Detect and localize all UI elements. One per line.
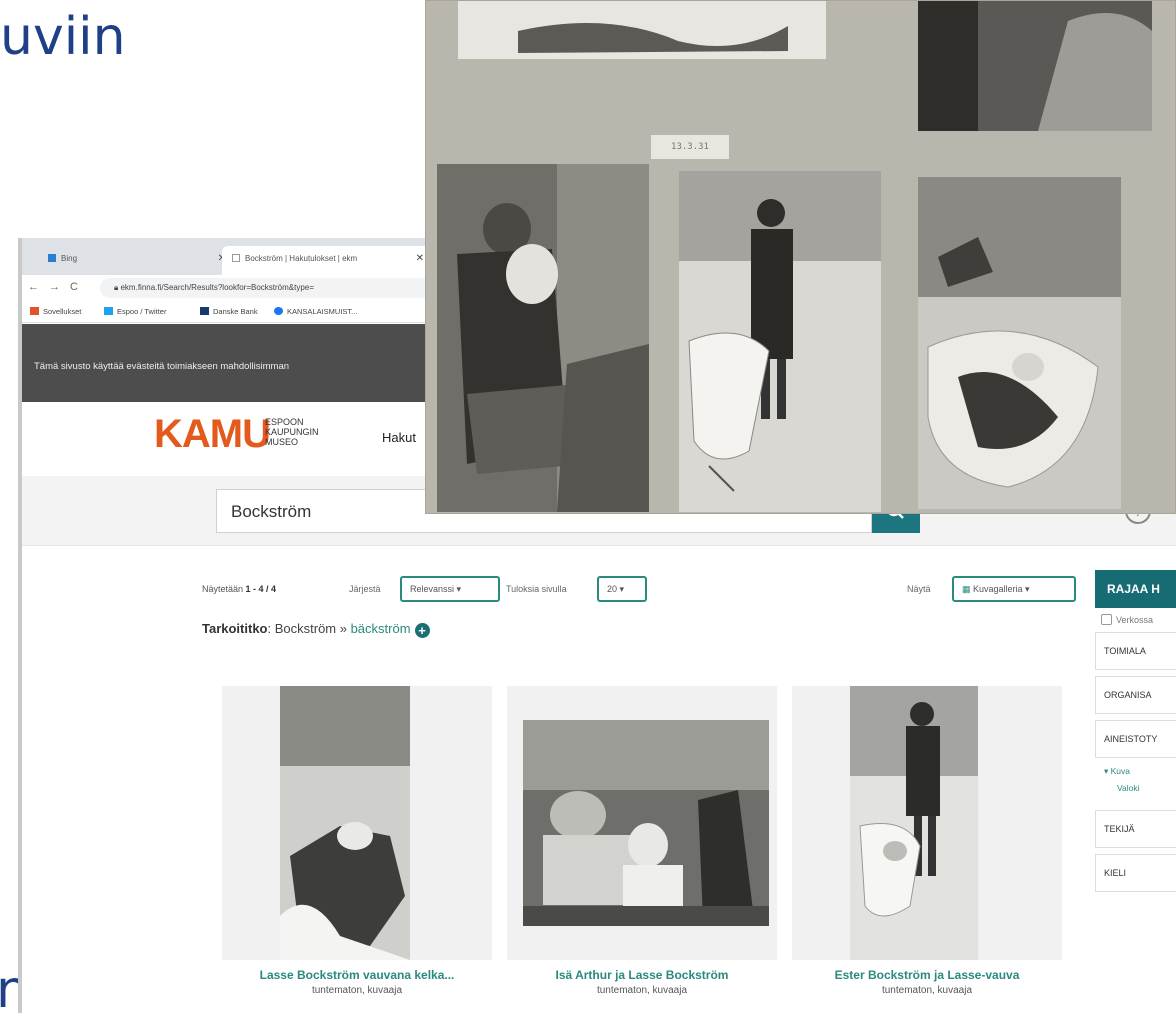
facebook-icon <box>274 307 283 315</box>
nav-item-haku[interactable]: Hakut <box>382 430 416 445</box>
did-you-mean-label: Tarkoititko <box>202 621 268 636</box>
facet-sub-kuva[interactable]: ▾ Kuva <box>1104 766 1130 777</box>
url-text: ekm.finna.fi/Search/Results?lookfor=Bock… <box>120 283 314 292</box>
showing-label: Näytetään <box>202 584 244 594</box>
slide-title: uviin <box>0 7 126 67</box>
nav-arrows-icon[interactable]: ←→C <box>28 281 88 293</box>
sort-select[interactable]: Relevanssi ▾ <box>400 576 500 602</box>
bookmark-label: KANSALAISMUIST... <box>287 307 358 316</box>
facet-organisaatio[interactable]: ORGANISA <box>1095 676 1176 714</box>
album-photo-mother-baby <box>437 164 649 512</box>
online-checkbox[interactable]: Verkossa <box>1101 614 1153 625</box>
result-title[interactable]: Ester Bockström ja Lasse-vauva <box>792 968 1062 982</box>
per-page-select[interactable]: 20 ▾ <box>597 576 647 602</box>
bookmark-label: Espoo / Twitter <box>117 307 167 316</box>
result-author: tuntematon, kuvaaja <box>881 985 973 996</box>
view-label: Näytä <box>907 584 931 594</box>
kamu-logo[interactable]: KAMU <box>154 412 271 457</box>
facet-aineistotyyppi[interactable]: AINEISTOTY <box>1095 720 1176 758</box>
album-photo-top-right <box>918 1 1152 131</box>
result-title[interactable]: Isä Arthur ja Lasse Bockström <box>507 968 777 982</box>
did-you-mean: Tarkoititko: Bockström » bäckström + <box>202 621 430 638</box>
album-photo-top-left <box>458 1 826 59</box>
result-image <box>280 686 410 960</box>
result-author: tuntematon, kuvaaja <box>596 985 688 996</box>
album-photo: 13.3.31 <box>425 0 1176 514</box>
tab-label: Bing <box>61 254 78 263</box>
bookmark-item[interactable]: Sovellukset <box>30 307 81 316</box>
plus-icon[interactable]: + <box>414 623 430 638</box>
facet-sub-valokuva[interactable]: Valoki <box>1117 783 1140 793</box>
album-photo-stroller <box>679 171 881 512</box>
result-card[interactable] <box>507 686 777 960</box>
page-icon <box>232 254 240 262</box>
result-image <box>523 720 769 926</box>
logo-line: KAUPUNGIN <box>265 427 319 437</box>
facet-toimiala[interactable]: TOIMIALA <box>1095 632 1176 670</box>
checkbox-label: Verkossa <box>1116 615 1154 625</box>
logo-line: MUSEO <box>265 437 299 447</box>
did-you-mean-link[interactable]: bäckström <box>351 621 411 636</box>
result-author: tuntematon, kuvaaja <box>311 985 403 996</box>
close-icon[interactable]: ✕ <box>416 253 424 264</box>
bookmark-item[interactable]: Espoo / Twitter <box>104 307 166 316</box>
tab-finna[interactable]: Bockström | Hakutulokset | ekm ✕ <box>222 246 432 275</box>
logo-subtitle: ESPOON KAUPUNGIN MUSEO <box>265 417 319 447</box>
facet-tekija[interactable]: TEKIJÄ <box>1095 810 1176 848</box>
bookmark-item[interactable]: Danske Bank <box>200 307 258 316</box>
bookmark-item[interactable]: KANSALAISMUIST... <box>274 307 357 316</box>
tab-bing[interactable]: Bing ✕ <box>38 246 234 275</box>
apps-icon <box>30 307 39 315</box>
album-date-label: 13.3.31 <box>651 135 729 159</box>
sort-label: Järjestä <box>349 584 381 594</box>
checkbox-icon[interactable] <box>1101 614 1112 625</box>
twitter-icon <box>104 307 113 315</box>
logo-line: ESPOON <box>265 417 304 427</box>
album-photo-sled <box>918 177 1121 509</box>
bank-icon <box>200 307 209 315</box>
showing-range: 1 - 4 / 4 <box>245 584 277 594</box>
per-page-label: Tuloksia sivulla <box>506 584 567 594</box>
did-you-mean-query: : Bockström » <box>267 621 351 636</box>
facet-kieli[interactable]: KIELI <box>1095 854 1176 892</box>
result-image <box>850 686 978 960</box>
result-card[interactable] <box>792 686 1062 960</box>
bookmark-label: Sovellukset <box>43 307 82 316</box>
view-select[interactable]: ▦ Kuvagalleria ▾ <box>952 576 1076 602</box>
tab-label: Bockström | Hakutulokset | ekm <box>245 254 358 263</box>
bookmark-label: Danske Bank <box>213 307 258 316</box>
facet-header[interactable]: RAJAA H <box>1095 570 1176 608</box>
cookie-text: Tämä sivusto käyttää evästeitä toimiakse… <box>34 361 290 372</box>
bing-icon <box>48 254 56 262</box>
results-count: Näytetään 1 - 4 / 4 <box>202 584 276 594</box>
grid-icon: ▦ <box>962 584 974 594</box>
result-card[interactable] <box>222 686 492 960</box>
result-title[interactable]: Lasse Bockström vauvana kelka... <box>222 968 492 982</box>
view-value: Kuvagalleria ▾ <box>973 584 1030 594</box>
